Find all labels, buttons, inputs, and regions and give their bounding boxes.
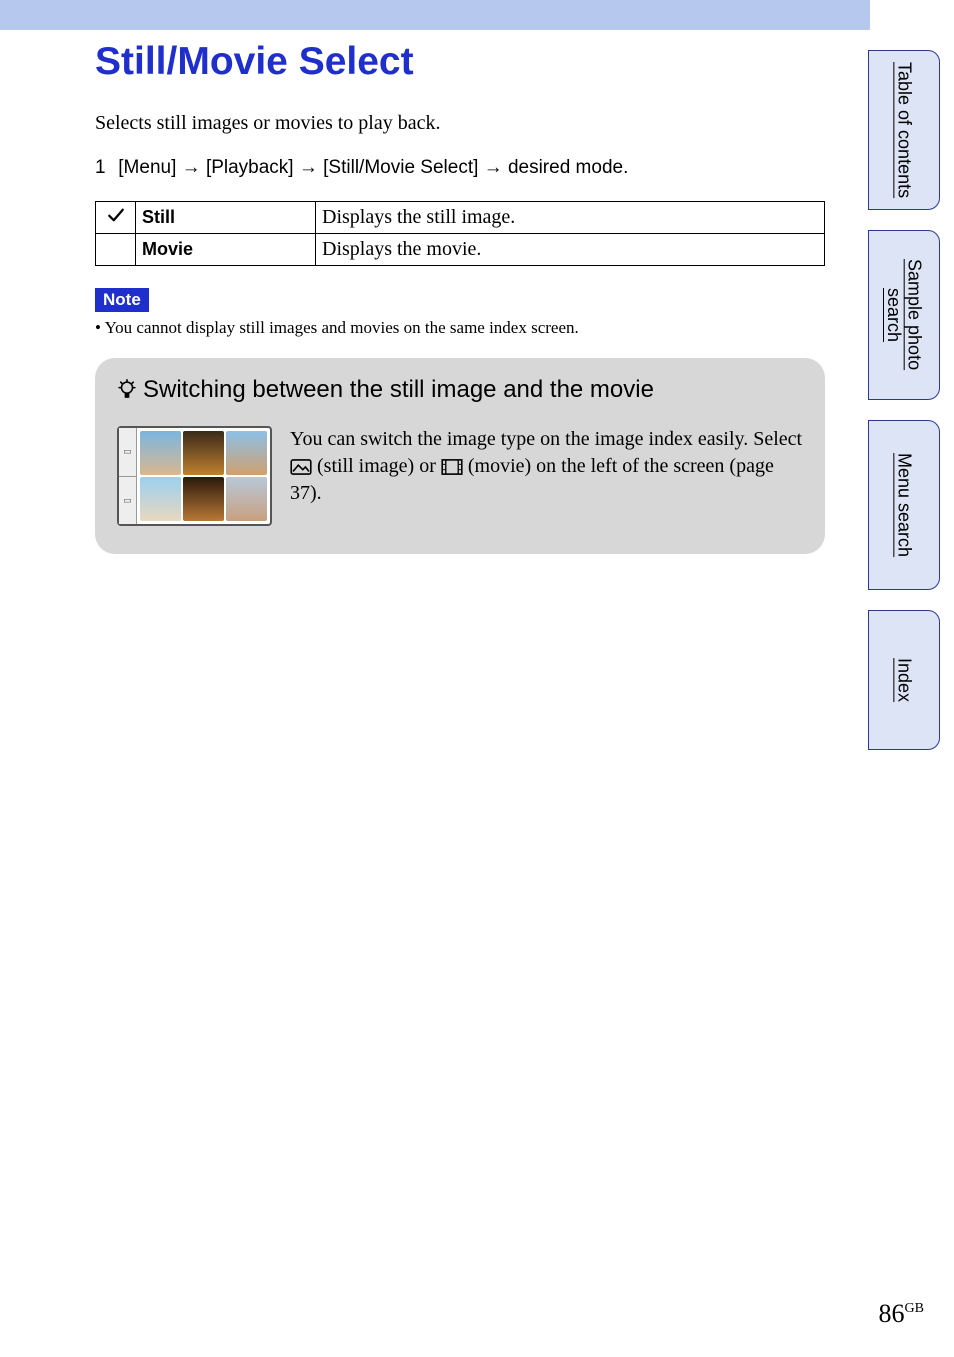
note-badge: Note [95,288,149,312]
step-part-0: [Menu] [118,157,176,178]
step-part-1: [Playback] [206,157,294,178]
thumbnail [183,477,224,521]
note-item: You cannot display still images and movi… [109,318,825,338]
tip-panel: Switching between the still image and th… [95,358,825,554]
tip-title: Switching between the still image and th… [117,376,803,404]
page-number: 86GB [879,1299,924,1329]
header-bar [0,0,870,30]
checkmark-cell [96,202,136,234]
mode-desc: Displays the movie. [316,234,825,266]
arrow-icon: → [484,157,508,178]
mode-label: Still [136,202,316,234]
sidebar-tab-sample-photo[interactable]: Sample photo search [868,230,940,400]
movie-icon [441,459,463,475]
thumbnail [226,477,267,521]
intro-text: Selects still images or movies to play b… [95,112,825,135]
step-part-2: [Still/Movie Select] [323,157,478,178]
thumbnail [140,477,181,521]
step-part-3: desired mode. [508,157,628,178]
sidebar-tab-menu-search[interactable]: Menu search [868,420,940,590]
tip-still-label: (still image) or [317,455,441,477]
still-tab-icon: ▭ [119,428,136,477]
thumbnail [140,431,181,475]
mode-label: Movie [136,234,316,266]
table-row: Still Displays the still image. [96,202,825,234]
tip-text-before: You can switch the image type on the ima… [290,428,802,450]
tip-title-text: Switching between the still image and th… [143,376,654,403]
mode-table: Still Displays the still image. Movie Di… [95,201,825,266]
instruction-step: 1 [Menu] → [Playback] → [Still/Movie Sel… [95,157,825,179]
sidebar-tab-toc[interactable]: Table of contents [868,50,940,210]
table-row: Movie Displays the movie. [96,234,825,266]
arrow-icon: → [182,157,206,178]
thumbnail [183,431,224,475]
main-content: Still/Movie Select Selects still images … [95,32,825,554]
checkmark-cell [96,234,136,266]
lightbulb-icon [117,379,137,401]
thumbnail [226,431,267,475]
check-icon [107,206,125,224]
still-image-icon [290,459,312,475]
page-number-suffix: GB [905,1301,924,1316]
index-screen-illustration: ▭ ▭ [117,426,272,526]
page-title: Still/Movie Select [95,40,825,84]
step-number: 1 [95,157,113,179]
arrow-icon: → [299,157,323,178]
note-list: You cannot display still images and movi… [95,318,825,338]
page-number-value: 86 [879,1299,905,1328]
movie-tab-icon: ▭ [119,477,136,525]
sidebar-tab-index[interactable]: Index [868,610,940,750]
mode-desc: Displays the still image. [316,202,825,234]
tip-text: You can switch the image type on the ima… [290,426,803,526]
